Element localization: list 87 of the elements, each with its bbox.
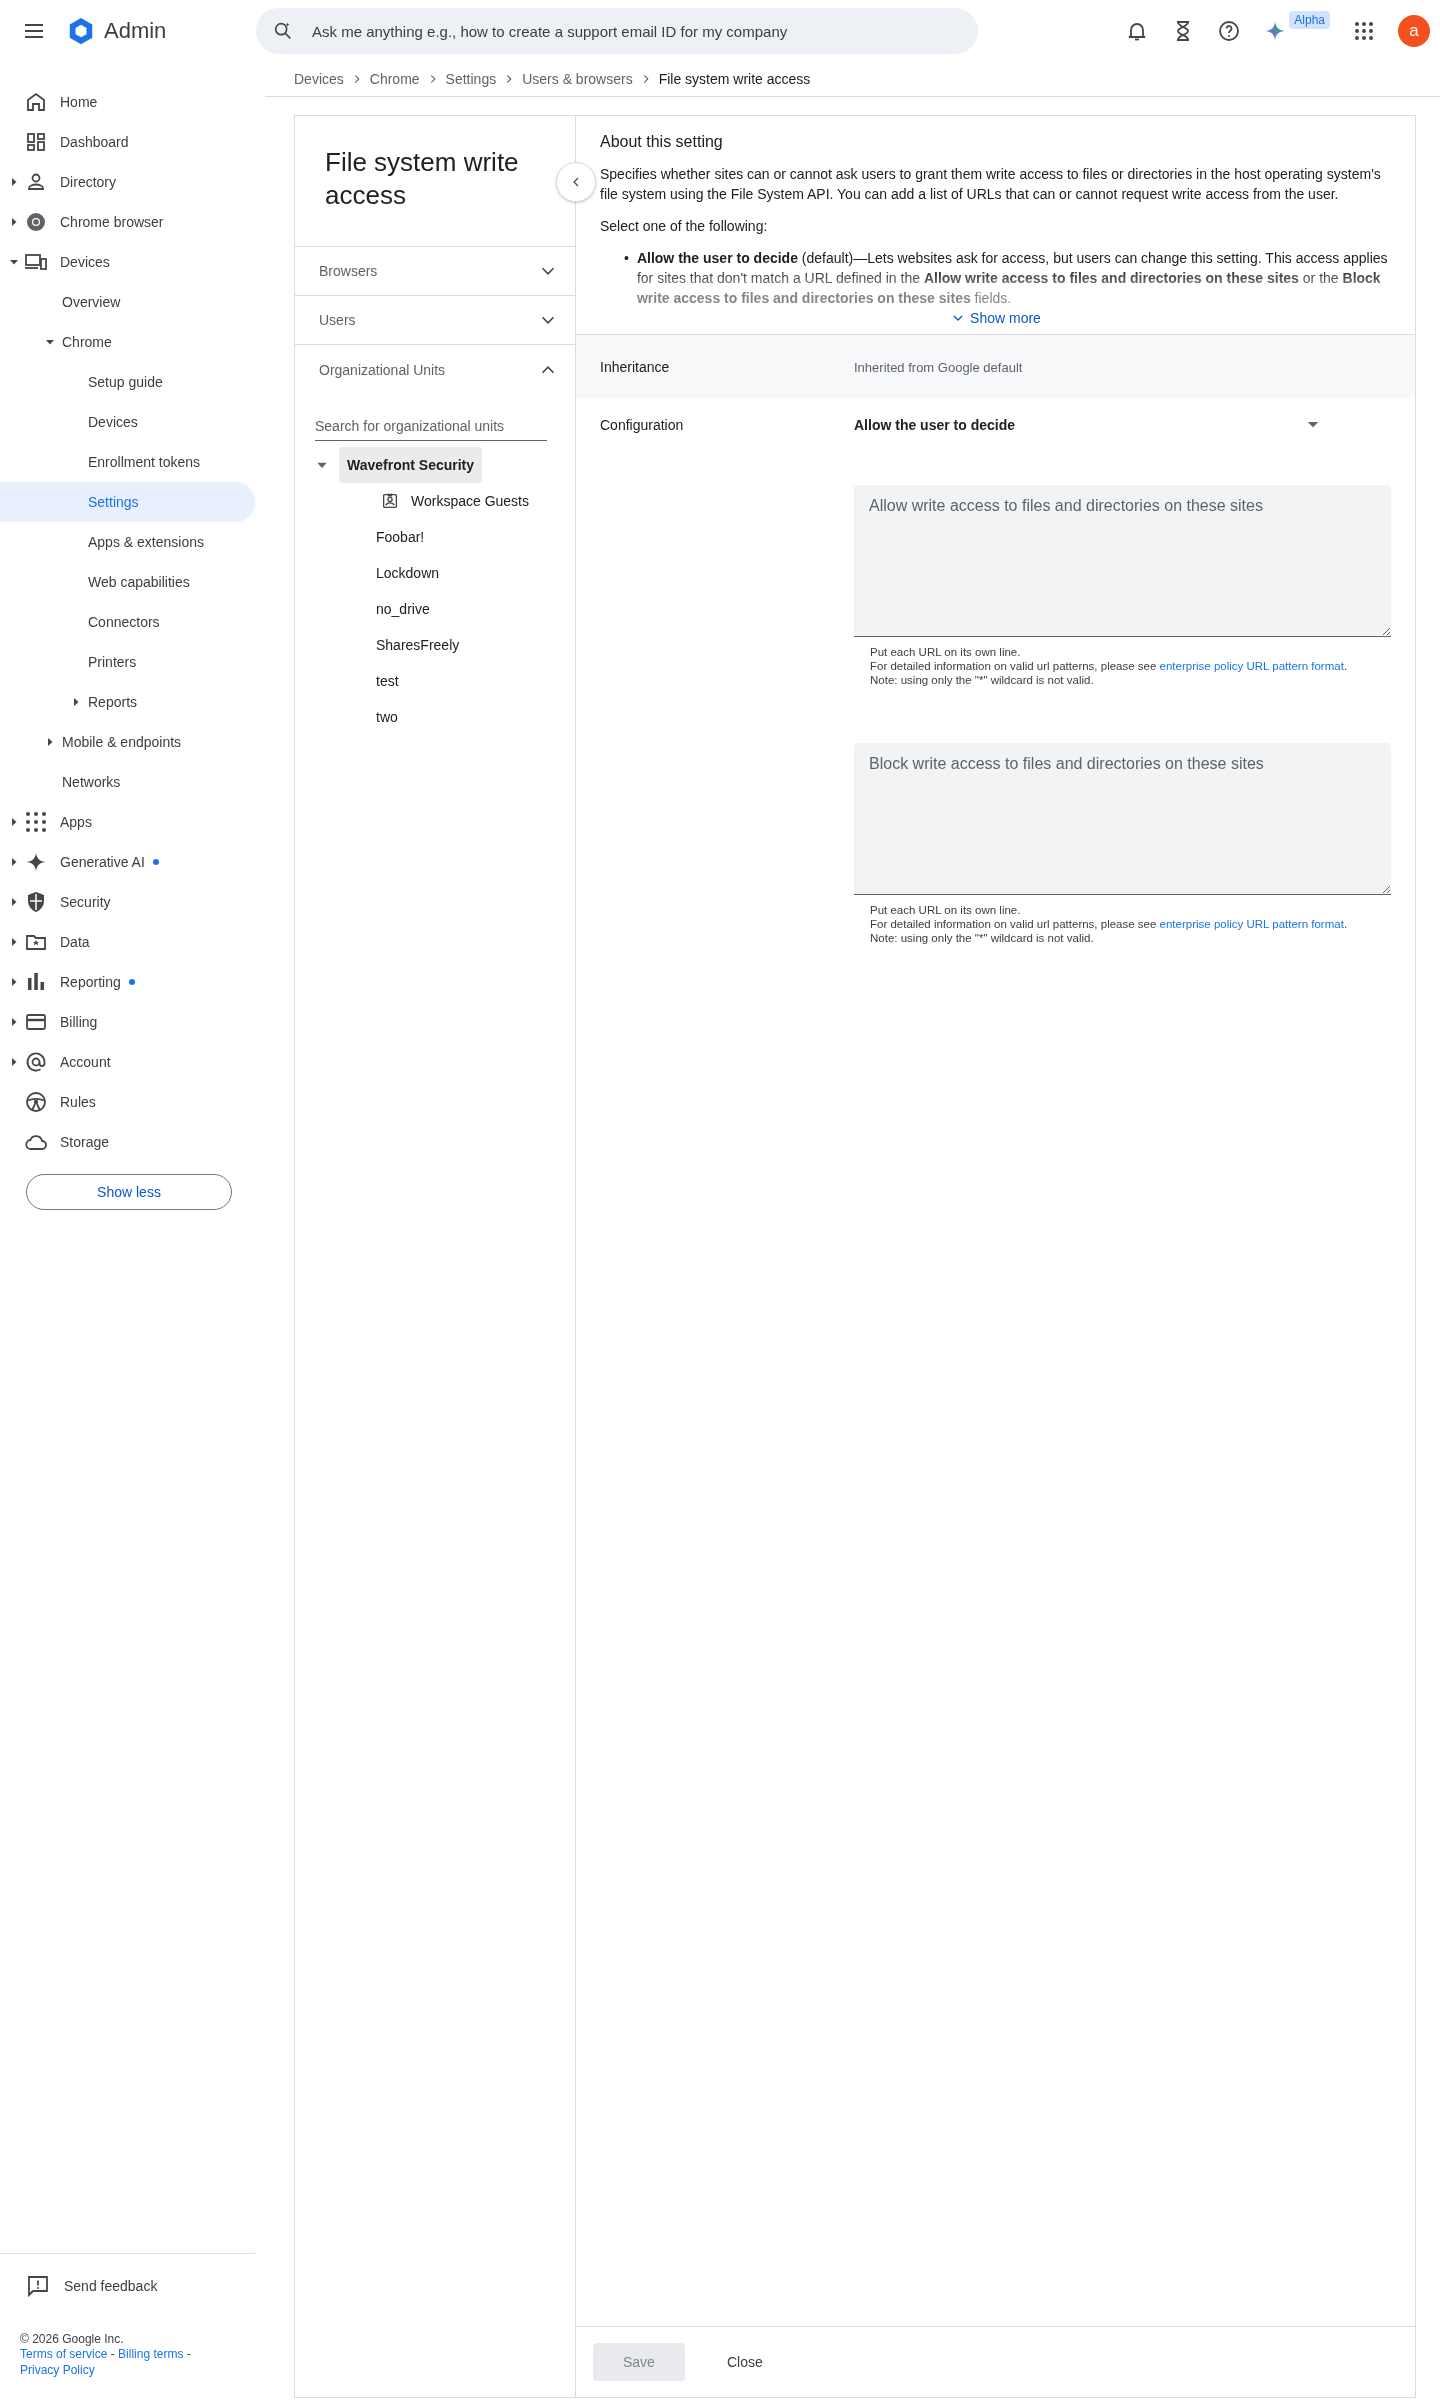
nav-item[interactable]: Account — [0, 1042, 255, 1082]
pattern-format-link[interactable]: enterprise policy URL pattern format — [1159, 918, 1344, 930]
search-field[interactable]: Ask me anything e.g., how to create a support email ID for my company — [256, 8, 978, 54]
copyright-text: © 2026 Google Inc. — [20, 2332, 125, 2346]
nav-item[interactable]: Apps & extensions — [0, 522, 255, 562]
footer-link[interactable]: Privacy Policy — [20, 2363, 95, 2377]
link-separator: - — [110, 2347, 115, 2361]
nav-item[interactable]: Apps — [0, 802, 255, 842]
nav-item[interactable]: Security — [0, 882, 255, 922]
help-button[interactable] — [1217, 19, 1242, 43]
home-icon — [24, 90, 48, 114]
apps-grid-icon — [24, 810, 48, 834]
nav-item[interactable]: Chrome — [0, 322, 255, 362]
nav-item[interactable]: Enrollment tokens — [0, 442, 255, 482]
help-text: Note: using only the "*" wildcard is not valid. — [870, 931, 1095, 945]
nav-item[interactable]: Data — [0, 922, 255, 962]
description-text: Specifies whether sites can or cannot ask users to grant them write access to files or directories in the host operating system's file system using the File System API. You can add a list of URLs that can or cannot request write access from the user. — [600, 165, 1382, 204]
ou-item[interactable]: no_drive — [315, 591, 575, 627]
ou-item[interactable]: Workspace Guests — [315, 483, 575, 519]
footer-link[interactable]: Terms of service — [20, 2347, 108, 2361]
feedback-icon — [26, 2274, 50, 2298]
nav-item[interactable]: Generative AI — [0, 842, 255, 882]
close-button[interactable]: Close — [696, 2343, 793, 2381]
url-list-field[interactable]: Allow write access to files and directories on these sites — [854, 485, 1391, 637]
send-feedback-button[interactable]: Send feedback — [20, 2274, 158, 2298]
help-text: For detailed information on valid url patterns, please see enterprise policy URL pattern format. — [870, 917, 1349, 931]
nav-item[interactable]: Overview — [0, 282, 255, 322]
nav-item[interactable]: Devices — [0, 402, 255, 442]
nav-item[interactable]: Setup guide — [0, 362, 255, 402]
help-text: Put each URL on its own line. — [870, 645, 1022, 659]
at-sign-icon — [24, 1050, 48, 1074]
configuration-dropdown[interactable]: Allow the user to decide — [854, 417, 1320, 433]
link-separator: - — [186, 2347, 191, 2361]
ou-item[interactable]: Foobar! — [315, 519, 575, 555]
section-header[interactable]: Organizational Units — [295, 345, 575, 394]
help-text: Put each URL on its own line. — [870, 903, 1022, 917]
help-icon — [1217, 19, 1242, 43]
nav-item[interactable]: Rules — [0, 1082, 255, 1122]
nav-item[interactable]: Directory — [0, 162, 255, 202]
url-list-field[interactable]: Block write access to files and directories on these sites — [854, 743, 1391, 895]
apps-grid-icon — [1352, 19, 1376, 43]
nav-item[interactable]: Reporting — [0, 962, 255, 1002]
help-text: For detailed information on valid url patterns, please see enterprise policy URL pattern format. — [870, 659, 1349, 673]
breadcrumb-link[interactable]: Chrome — [369, 71, 420, 87]
nav-item[interactable]: Chrome browser — [0, 202, 255, 242]
ou-item[interactable]: test — [315, 663, 575, 699]
help-text: Note: using only the "*" wildcard is not valid. — [870, 673, 1095, 687]
option-description: Allow the user to decide (default)—Lets websites ask for access, but users can change this setting. This access applies for sites that don't match a URL defined in the Allow write access to files and directories on these sites or the Block write access to files and directories on these sites fields. — [636, 249, 1389, 308]
row-label: Configuration — [600, 417, 685, 433]
section-header[interactable]: Browsers — [295, 247, 575, 296]
intro-text: Select one of the following: — [600, 217, 769, 236]
app-name: Admin — [104, 18, 167, 44]
show-more-button[interactable]: Show more — [950, 310, 1041, 326]
alpha-badge: Alpha — [1289, 11, 1330, 29]
footer-link[interactable]: Billing terms — [118, 2347, 184, 2361]
nav-item[interactable]: Storage — [0, 1122, 255, 1162]
nav-item[interactable]: Devices — [0, 242, 255, 282]
nav-item[interactable]: Home — [0, 82, 255, 122]
breadcrumb-link[interactable]: Devices — [294, 71, 344, 87]
breadcrumb-link[interactable]: Users & browsers — [522, 71, 633, 87]
nav-item[interactable]: Networks — [0, 762, 255, 802]
section-header[interactable]: Users — [295, 296, 575, 345]
search-icon — [272, 20, 294, 42]
ou-item[interactable]: two — [315, 699, 575, 735]
nav-item[interactable]: Mobile & endpoints — [0, 722, 255, 762]
row-label: Inheritance — [600, 359, 671, 375]
breadcrumb-link[interactable]: Settings — [445, 71, 497, 87]
ou-root-item[interactable]: Wavefront Security — [339, 447, 483, 483]
dashboard-icon — [24, 130, 48, 154]
ou-item[interactable]: SharesFreely — [315, 627, 575, 663]
show-less-button[interactable]: Show less — [26, 1174, 232, 1210]
nav-item[interactable]: Reports — [0, 682, 255, 722]
pattern-format-link[interactable]: enterprise policy URL pattern format — [1159, 660, 1344, 672]
section-title: About this setting — [600, 132, 724, 152]
nav-item[interactable]: Web capabilities — [0, 562, 255, 602]
inheritance-value: Inherited from Google default — [854, 359, 1024, 375]
apps-button[interactable] — [1352, 19, 1376, 43]
nav-item[interactable]: Connectors — [0, 602, 255, 642]
nav-item[interactable]: Dashboard — [0, 122, 255, 162]
bullet-mark: • — [624, 249, 629, 268]
nav-item[interactable]: Billing — [0, 1002, 255, 1042]
nav-item[interactable]: Printers — [0, 642, 255, 682]
steering-wheel-icon — [24, 1090, 48, 1114]
ou-item[interactable]: Lockdown — [315, 555, 575, 591]
person-badge-icon — [381, 492, 399, 510]
breadcrumb-current: File system write access — [658, 71, 811, 87]
nav-item[interactable]: Settings — [0, 482, 255, 522]
